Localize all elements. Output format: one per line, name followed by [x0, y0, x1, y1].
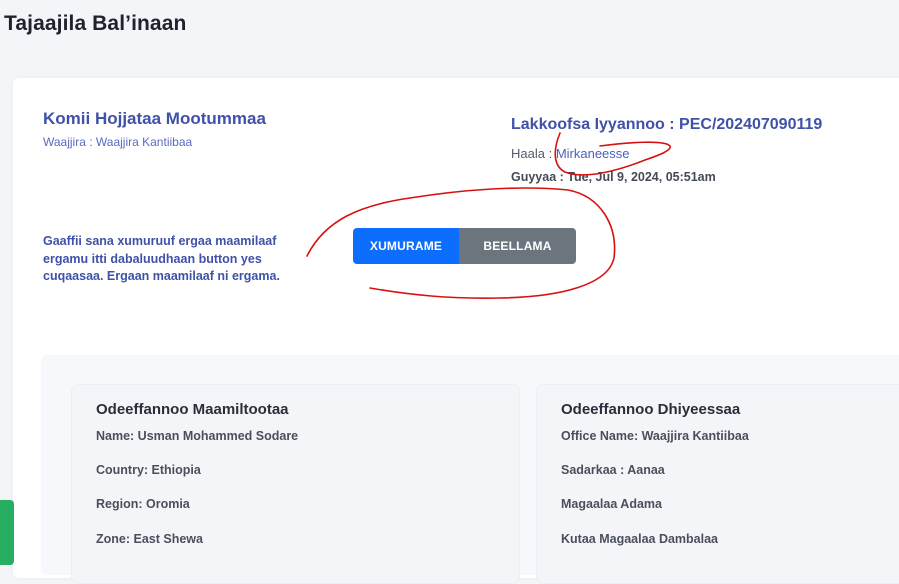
organization-name: Komii Hojjataa Mootummaa: [43, 109, 266, 128]
office-card-title: Odeeffannoo Dhiyeessaa: [561, 401, 741, 418]
office-level: Sadarkaa : Aanaa: [561, 463, 665, 477]
request-date: Guyyaa : Tue, Jul 9, 2024, 05:51am: [511, 170, 716, 184]
customer-card-title: Odeeffannoo Maamiltootaa: [96, 401, 289, 418]
status-line: Haala : Mirkaneesse: [511, 146, 630, 161]
status-label: Haala :: [511, 146, 556, 161]
status-value: Mirkaneesse: [555, 146, 630, 161]
action-button-group: XUMURAME BEELLAMA: [353, 228, 576, 264]
customer-region: Region: Oromia: [96, 497, 190, 511]
customer-name: Name: Usman Mohammed Sodare: [96, 429, 299, 443]
complete-button[interactable]: XUMURAME: [353, 228, 459, 264]
customer-zone: Zone: East Shewa: [96, 532, 203, 546]
office-city: Magaalaa Adama: [561, 497, 662, 511]
instructions-text: Gaaffii sana xumuruuf ergaa maamilaaf er…: [43, 234, 280, 283]
office-name: Office Name: Waajjira Kantiibaa: [561, 429, 749, 443]
customer-country: Country: Ethiopia: [96, 463, 201, 477]
page-title: Tajaajila Bal’inaan: [4, 12, 187, 35]
reference-number: Lakkoofsa Iyyannoo : PEC/202407090119: [511, 116, 823, 133]
schedule-button[interactable]: BEELLAMA: [459, 228, 576, 264]
office-subcity: Kutaa Magaalaa Dambalaa: [561, 532, 719, 546]
office-info-card: Odeeffannoo Dhiyeessaa Office Name: Waaj…: [536, 384, 899, 584]
office-label: Waajjira : Waajjira Kantiibaa: [43, 135, 193, 149]
customer-info-card: Odeeffannoo Maamiltootaa Name: Usman Moh…: [71, 384, 520, 584]
feedback-side-tab[interactable]: [0, 500, 14, 565]
